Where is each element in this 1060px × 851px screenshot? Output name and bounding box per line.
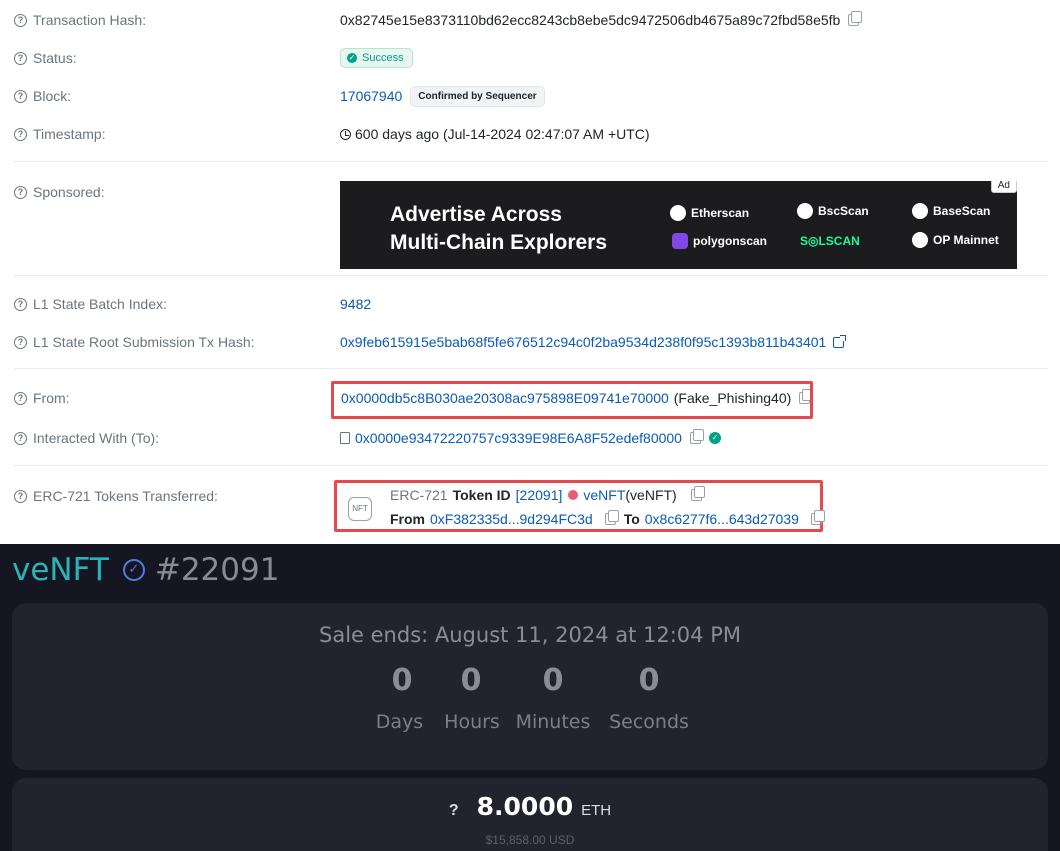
- divider: [14, 368, 1048, 369]
- token-id-label: Token ID: [452, 487, 511, 503]
- timestamp-row: ? Timestamp: 600 days ago (Jul-14-2024 02…: [0, 122, 1060, 146]
- token-line: ERC-721 Token ID [22091] veNFT (veNFT): [390, 486, 705, 503]
- help-icon[interactable]: ?: [14, 51, 27, 65]
- token-from-link[interactable]: 0xF382335d...9d294FC3d: [430, 511, 593, 527]
- help-icon[interactable]: ?: [14, 335, 27, 349]
- to-label: Interacted With (To):: [33, 430, 160, 446]
- brand-basescan: BaseScan: [912, 203, 990, 219]
- token-name-link[interactable]: veNFT: [583, 487, 625, 503]
- copy-icon[interactable]: [689, 429, 704, 444]
- help-icon[interactable]: ?: [14, 391, 27, 405]
- help-icon[interactable]: ?: [14, 489, 27, 503]
- l1-batch-label: L1 State Batch Index:: [33, 296, 167, 312]
- price-usd: $15,858.00 USD: [485, 833, 575, 847]
- help-icon[interactable]: ?: [14, 297, 27, 311]
- token-to-label: To: [623, 511, 640, 527]
- erc721-label: ERC-721 Tokens Transferred:: [33, 488, 218, 504]
- countdown-seconds-label: Seconds: [609, 711, 689, 733]
- contract-icon: [340, 432, 350, 444]
- l1-root-link[interactable]: 0x9feb615915e5bab68f5fe676512c94c0f2ba95…: [340, 334, 826, 350]
- ad-tag: Ad: [990, 181, 1017, 193]
- verified-icon: ✓: [708, 432, 721, 444]
- copy-icon[interactable]: [848, 11, 863, 26]
- divider: [14, 161, 1048, 162]
- explorer-panel: ? Transaction Hash: 0x82745e15e8373110bd6…: [0, 0, 1060, 544]
- confirmed-badge: Confirmed by Sequencer: [410, 85, 545, 107]
- ad-headline: Advertise Across Multi-Chain Explorers: [390, 203, 608, 254]
- copy-icon[interactable]: [810, 510, 825, 525]
- countdown-hours-label: Hours: [444, 711, 500, 733]
- countdown-days-label: Days: [375, 711, 424, 733]
- divider: [14, 275, 1048, 276]
- verified-check-icon: ✓: [122, 559, 145, 581]
- from-label: From:: [33, 390, 70, 406]
- price-card: ? 8.0000 ETH $15,858.00 USD: [12, 778, 1048, 851]
- copy-icon[interactable]: [690, 486, 705, 501]
- countdown-seconds-value: 0: [638, 663, 660, 698]
- op-logo-icon: [912, 232, 928, 248]
- price-help-icon[interactable]: ?: [449, 802, 459, 820]
- sponsored-label: Sponsored:: [33, 184, 105, 200]
- token-symbol: (veNFT): [625, 487, 677, 503]
- countdown-hours-value: 0: [460, 663, 482, 698]
- status-row: ? Status: ✓ Success: [0, 46, 1060, 70]
- price-value: 8.0000: [476, 792, 574, 821]
- help-icon[interactable]: ?: [14, 185, 27, 199]
- external-link-icon[interactable]: [833, 334, 847, 348]
- block-label: Block:: [33, 88, 72, 104]
- token-standard: ERC-721: [390, 487, 448, 503]
- status-label: Status:: [33, 50, 77, 66]
- brand-op-mainnet: OP Mainnet: [912, 232, 999, 248]
- help-icon[interactable]: ?: [14, 431, 27, 445]
- l1-batch-row: ? L1 State Batch Index: 9482: [0, 292, 1060, 316]
- collection-name[interactable]: veNFT: [12, 552, 109, 588]
- brand-solscan: S◎LSCAN: [800, 234, 860, 248]
- price-currency: ETH: [581, 802, 612, 819]
- price-row: ? 8.0000 ETH: [12, 792, 1048, 821]
- highlight-box-from: [331, 381, 813, 419]
- block-row: ? Block: 17067940 Confirmed by Sequencer: [0, 84, 1060, 108]
- to-address-link[interactable]: 0x0000e93472220757c9339E98E6A8F52edef800…: [355, 430, 682, 446]
- token-from-label: From: [390, 511, 425, 527]
- sale-ends-text: Sale ends: August 11, 2024 at 12:04 PM: [319, 623, 741, 647]
- block-number-link[interactable]: 17067940: [340, 88, 402, 104]
- status-badge: ✓ Success: [340, 48, 413, 68]
- l1-batch-link[interactable]: 9482: [340, 296, 371, 312]
- to-row: ? Interacted With (To): 0x0000e9347222075…: [0, 426, 1060, 450]
- token-to-link[interactable]: 0x8c6277f6...643d27039: [645, 511, 799, 527]
- basescan-logo-icon: [912, 203, 928, 219]
- timestamp-label: Timestamp:: [33, 126, 106, 142]
- token-transfer-line: From 0xF382335d...9d294FC3d To 0x8c6277f…: [390, 510, 825, 527]
- etherscan-logo-icon: [670, 205, 686, 221]
- brand-polygonscan: polygonscan: [672, 233, 767, 249]
- help-icon[interactable]: ?: [14, 89, 27, 103]
- l1-root-label: L1 State Root Submission Tx Hash:: [33, 334, 255, 350]
- tx-hash-label: Transaction Hash:: [33, 12, 147, 28]
- countdown-days-value: 0: [391, 663, 413, 698]
- sponsored-ad-banner[interactable]: Advertise Across Multi-Chain Explorers A…: [340, 181, 1017, 269]
- check-circle-icon: ✓: [347, 53, 357, 63]
- venft-logo-icon: [568, 490, 579, 500]
- marketplace-panel: veNFT ✓ #22091 Sale ends: August 11, 202…: [0, 544, 1060, 851]
- bscscan-logo-icon: [797, 203, 813, 219]
- token-id-link[interactable]: [22091]: [516, 487, 563, 503]
- countdown-minutes-value: 0: [542, 663, 564, 698]
- copy-icon[interactable]: [604, 510, 619, 525]
- brand-bscscan: BscScan: [797, 203, 869, 219]
- clock-icon: [340, 128, 351, 140]
- help-icon[interactable]: ?: [14, 127, 27, 141]
- brand-etherscan: Etherscan: [670, 205, 749, 221]
- sale-countdown-card: Sale ends: August 11, 2024 at 12:04 PM 0…: [12, 603, 1048, 770]
- help-icon[interactable]: ?: [14, 13, 27, 27]
- nft-title: veNFT ✓ #22091: [12, 552, 279, 588]
- l1-root-row: ? L1 State Root Submission Tx Hash: 0x9fe…: [0, 330, 1060, 354]
- tx-hash-row: ? Transaction Hash: 0x82745e15e8373110bd6…: [0, 8, 1060, 32]
- countdown-minutes-label: Minutes: [515, 711, 591, 733]
- divider: [14, 465, 1048, 466]
- token-number: #22091: [154, 552, 280, 588]
- nft-icon: NFT: [348, 497, 372, 521]
- polygon-logo-icon: [672, 233, 688, 249]
- tx-hash-value: 0x82745e15e8373110bd62ecc8243cb8ebe5dc94…: [340, 12, 841, 28]
- timestamp-value: 600 days ago (Jul-14-2024 02:47:07 AM +U…: [355, 126, 650, 142]
